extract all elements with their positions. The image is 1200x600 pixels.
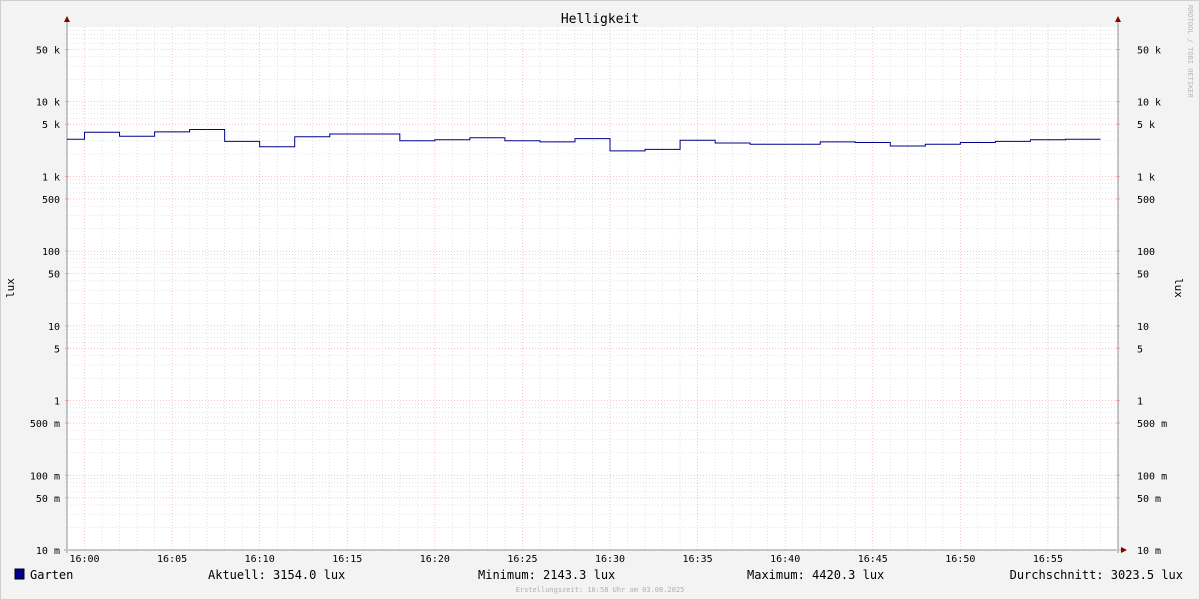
rrdtool-watermark: RRDTOOL / TOBI OETIKER bbox=[1186, 5, 1194, 99]
x-tick-label: 16:20 bbox=[420, 554, 450, 565]
x-axis-arrow bbox=[1121, 547, 1127, 553]
y-tick-label-left: 500 m bbox=[30, 419, 60, 430]
legend-aktuell: Aktuell: 3154.0 lux bbox=[208, 568, 345, 582]
y-tick-label-left: 50 m bbox=[36, 494, 60, 505]
y-tick-label-left: 10 m bbox=[36, 546, 60, 557]
x-tick-label: 16:50 bbox=[945, 554, 975, 565]
grid bbox=[66, 27, 1119, 551]
y-tick-label-right: 50 bbox=[1137, 270, 1149, 281]
x-tick-label: 16:15 bbox=[332, 554, 362, 565]
y-tick-label-right: 5 bbox=[1137, 344, 1143, 355]
y-tick-label-right: 1 bbox=[1137, 397, 1143, 408]
y-tick-label-right: 500 bbox=[1137, 195, 1155, 206]
y-tick-label-left: 50 bbox=[48, 270, 60, 281]
y-tick-label-right: 50 k bbox=[1137, 45, 1161, 56]
y-tick-label-left: 10 bbox=[48, 322, 60, 333]
x-tick-label: 16:35 bbox=[683, 554, 713, 565]
y-tick-label-right: 10 m bbox=[1137, 546, 1161, 557]
y-axis-label-left: lux bbox=[4, 278, 17, 298]
y-axis-arrow-right bbox=[1115, 16, 1121, 22]
y-tick-label-left: 1 bbox=[54, 397, 60, 408]
legend-durchschnitt: Durchschnitt: 3023.5 lux bbox=[1010, 568, 1183, 582]
y-axis-right: 50 k 10 k 5 k 1 k 500 100 50 10 5 1 500 m 100 m 50 m… bbox=[1116, 45, 1167, 557]
y-tick-label-right: 500 m bbox=[1137, 419, 1167, 430]
x-tick-label: 16:40 bbox=[770, 554, 800, 565]
y-tick-label-left: 50 k bbox=[36, 45, 60, 56]
x-axis: 16:00 16:05 16:10 16:15 16:20 16:25 16:30 16:35… bbox=[69, 554, 1063, 565]
legend-series-name: Garten bbox=[30, 568, 73, 582]
y-tick-label-left: 10 k bbox=[36, 98, 60, 109]
y-tick-label-right: 5 k bbox=[1137, 120, 1155, 131]
x-tick-label: 16:10 bbox=[245, 554, 275, 565]
y-tick-label-left: 100 bbox=[42, 247, 60, 258]
chart-title: Helligkeit bbox=[561, 12, 639, 27]
legend-swatch bbox=[14, 568, 25, 580]
y-tick-label-right: 10 k bbox=[1137, 98, 1161, 109]
legend-minimum: Minimum: 2143.3 lux bbox=[478, 568, 615, 582]
y-tick-label-left: 5 bbox=[54, 344, 60, 355]
x-tick-label: 16:45 bbox=[858, 554, 888, 565]
legend-maximum: Maximum: 4420.3 lux bbox=[747, 568, 884, 582]
y-tick-label-right: 100 m bbox=[1137, 471, 1167, 482]
y-axis-arrow-left bbox=[64, 16, 70, 22]
x-tick-label: 16:05 bbox=[157, 554, 187, 565]
x-tick-label: 16:25 bbox=[507, 554, 537, 565]
y-tick-label-left: 500 bbox=[42, 195, 60, 206]
creation-timestamp: Erstellungszeit: 16:58 Uhr am 03.08.2025 bbox=[516, 586, 685, 594]
y-tick-label-left: 1 k bbox=[42, 172, 60, 183]
x-tick-label: 16:55 bbox=[1033, 554, 1063, 565]
y-tick-label-left: 100 m bbox=[30, 471, 60, 482]
y-axis-label-right: lux bbox=[1172, 278, 1185, 298]
y-tick-label-right: 1 k bbox=[1137, 172, 1155, 183]
y-axis-left: 50 k 10 k 5 k 1 k 500 100 50 10 5 1 500 m 100 m 50 m… bbox=[30, 45, 69, 557]
x-tick-label: 16:30 bbox=[595, 554, 625, 565]
y-tick-label-left: 5 k bbox=[42, 120, 60, 131]
y-tick-label-right: 50 m bbox=[1137, 494, 1161, 505]
y-tick-label-right: 100 bbox=[1137, 247, 1155, 258]
y-tick-label-right: 10 bbox=[1137, 322, 1149, 333]
x-tick-label: 16:00 bbox=[69, 554, 99, 565]
chart-canvas: 50 k 10 k 5 k 1 k 500 100 50 10 5 1 500 m 100 m 50 m… bbox=[4, 5, 1194, 594]
